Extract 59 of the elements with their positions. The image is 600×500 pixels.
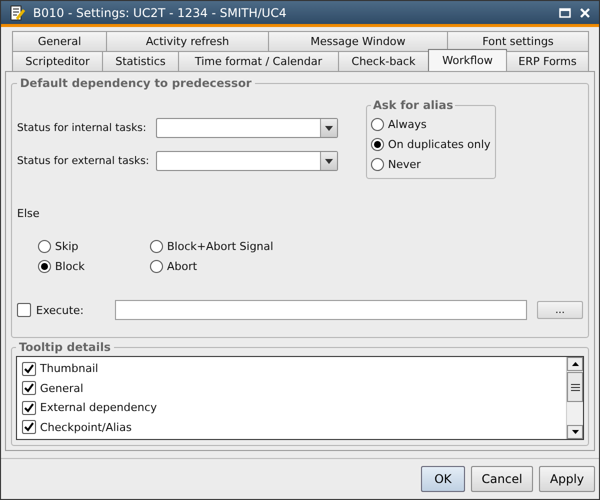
checkbox-label: General [40, 382, 84, 395]
checkbox-label: External dependency [40, 401, 157, 414]
down-arrow-icon [572, 430, 578, 434]
tab[interactable]: Time format / Calendar [178, 51, 339, 71]
execute-label: Execute: [36, 304, 84, 316]
radio-label: Always [388, 118, 427, 130]
browse-button[interactable]: ... [537, 301, 583, 319]
window-title: B010 - Settings: UC2T - 1234 - SMITH/UC4 [33, 6, 286, 20]
tab[interactable]: Message Window [268, 31, 448, 51]
checkbox[interactable] [22, 400, 36, 415]
radio-label: Skip [55, 240, 78, 252]
tab[interactable]: Workflow [428, 49, 507, 71]
field-label: Status for internal tasks: [17, 122, 148, 134]
tab[interactable]: Font settings [447, 31, 589, 51]
tab[interactable]: Check-back [338, 51, 429, 71]
dialog-button[interactable]: Apply [539, 466, 595, 492]
grip-icon [570, 382, 580, 392]
radio-label: Never [388, 158, 421, 170]
dialog-button[interactable]: OK [421, 466, 465, 492]
checkbox-label: Thumbnail [40, 362, 98, 376]
radio-label: On duplicates only [388, 138, 491, 150]
else-label: Else [17, 207, 41, 220]
maximize-icon[interactable] [559, 6, 571, 18]
settings-document-icon [9, 4, 25, 20]
caret-icon [325, 126, 333, 130]
up-arrow-icon [572, 362, 578, 366]
radio-button[interactable] [38, 260, 51, 272]
radio-label: Block+Abort Signal [167, 240, 274, 252]
group-title: Default dependency to predecessor [19, 76, 253, 90]
checkbox-label: Checkpoint/Alias [40, 420, 132, 434]
radio-button[interactable] [371, 158, 384, 170]
dialog-button[interactable]: Cancel [471, 466, 533, 492]
tab[interactable]: Statistics [102, 51, 179, 71]
checkbox[interactable] [22, 381, 36, 396]
tab[interactable]: ERP Forms [506, 51, 589, 71]
field-label: Status for external tasks: [17, 155, 150, 167]
checkbox[interactable] [22, 420, 36, 434]
group-title: Tooltip details [18, 340, 112, 354]
radio-button[interactable] [150, 260, 163, 272]
group-title: Ask for alias [372, 98, 454, 112]
scrollbar-thumb[interactable] [567, 372, 583, 402]
radio-label: Abort [167, 260, 198, 272]
scroll-up-button[interactable] [567, 357, 583, 371]
radio-button[interactable] [38, 240, 51, 252]
tab[interactable]: General [12, 31, 107, 51]
status-dropdown[interactable] [156, 118, 338, 138]
radio-button[interactable] [371, 118, 384, 130]
scroll-down-button[interactable] [567, 425, 583, 439]
radio-label: Block [55, 260, 85, 272]
close-icon[interactable] [579, 6, 591, 18]
tab[interactable]: Scripteditor [12, 51, 103, 71]
checkbox[interactable] [22, 362, 36, 376]
tab[interactable]: Activity refresh [106, 31, 269, 51]
radio-button[interactable] [371, 138, 384, 150]
caret-icon [325, 158, 333, 164]
radio-button[interactable] [150, 240, 163, 252]
execute-input-field[interactable] [114, 300, 527, 320]
status-dropdown[interactable] [156, 151, 338, 171]
execute-checkbox[interactable] [17, 303, 31, 317]
